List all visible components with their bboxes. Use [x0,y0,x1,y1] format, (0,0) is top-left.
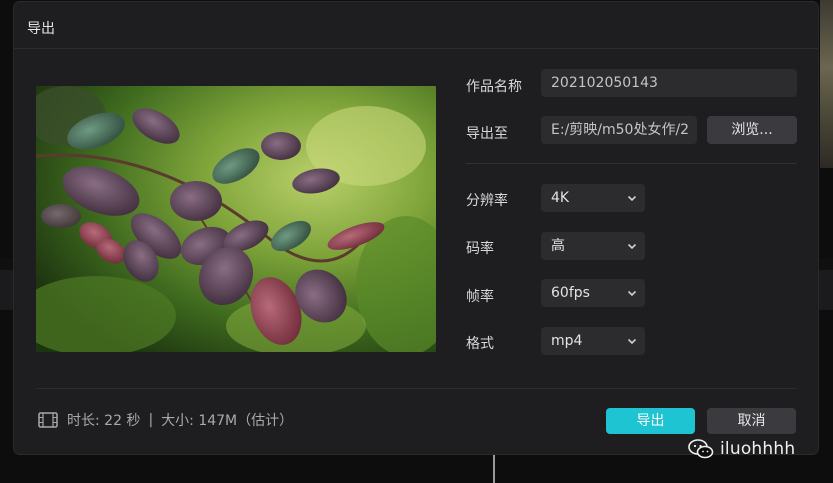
info-separator: | [148,412,154,428]
watermark: iluohhhh [688,436,795,462]
name-label: 作品名称 [466,79,522,95]
form-divider [466,163,797,164]
chevron-down-icon [627,290,637,297]
film-icon [38,412,58,428]
video-preview [36,86,436,352]
framerate-label: 帧率 [466,289,494,305]
browse-button[interactable]: 浏览... [707,116,797,144]
chevron-down-icon [627,195,637,202]
chevron-down-icon [627,338,637,345]
format-label: 格式 [466,336,494,352]
resolution-select[interactable]: 4K [541,184,645,212]
chevron-down-icon [627,243,637,250]
format-select[interactable]: mp4 [541,327,645,355]
footer-divider [36,388,797,389]
resolution-value: 4K [551,190,570,206]
bitrate-label: 码率 [466,241,494,257]
export-info: 时长: 22 秒 | 大小: 147M（估计） [38,410,293,430]
framerate-value: 60fps [551,285,590,301]
path-label: 导出至 [466,126,508,142]
title-divider [14,48,818,49]
export-dialog: 导出 作品名称 202102050143 导出至 E:/剪映/m50处女作/2 … [14,2,818,454]
bitrate-select[interactable]: 高 [541,232,645,260]
framerate-select[interactable]: 60fps [541,279,645,307]
dialog-title: 导出 [27,21,55,37]
background-thumbnail [820,0,833,168]
path-input[interactable]: E:/剪映/m50处女作/2 [541,116,697,144]
wechat-icon [688,439,714,459]
format-value: mp4 [551,333,583,349]
duration-text: 时长: 22 秒 [67,413,141,429]
cancel-button[interactable]: 取消 [707,408,796,434]
export-button[interactable]: 导出 [606,408,695,434]
watermark-text: iluohhhh [720,439,796,459]
bitrate-value: 高 [551,238,565,254]
size-text: 大小: 147M（估计） [161,413,294,429]
resolution-label: 分辨率 [466,193,508,209]
name-input[interactable]: 202102050143 [541,69,797,97]
background-playhead-line [493,452,495,483]
